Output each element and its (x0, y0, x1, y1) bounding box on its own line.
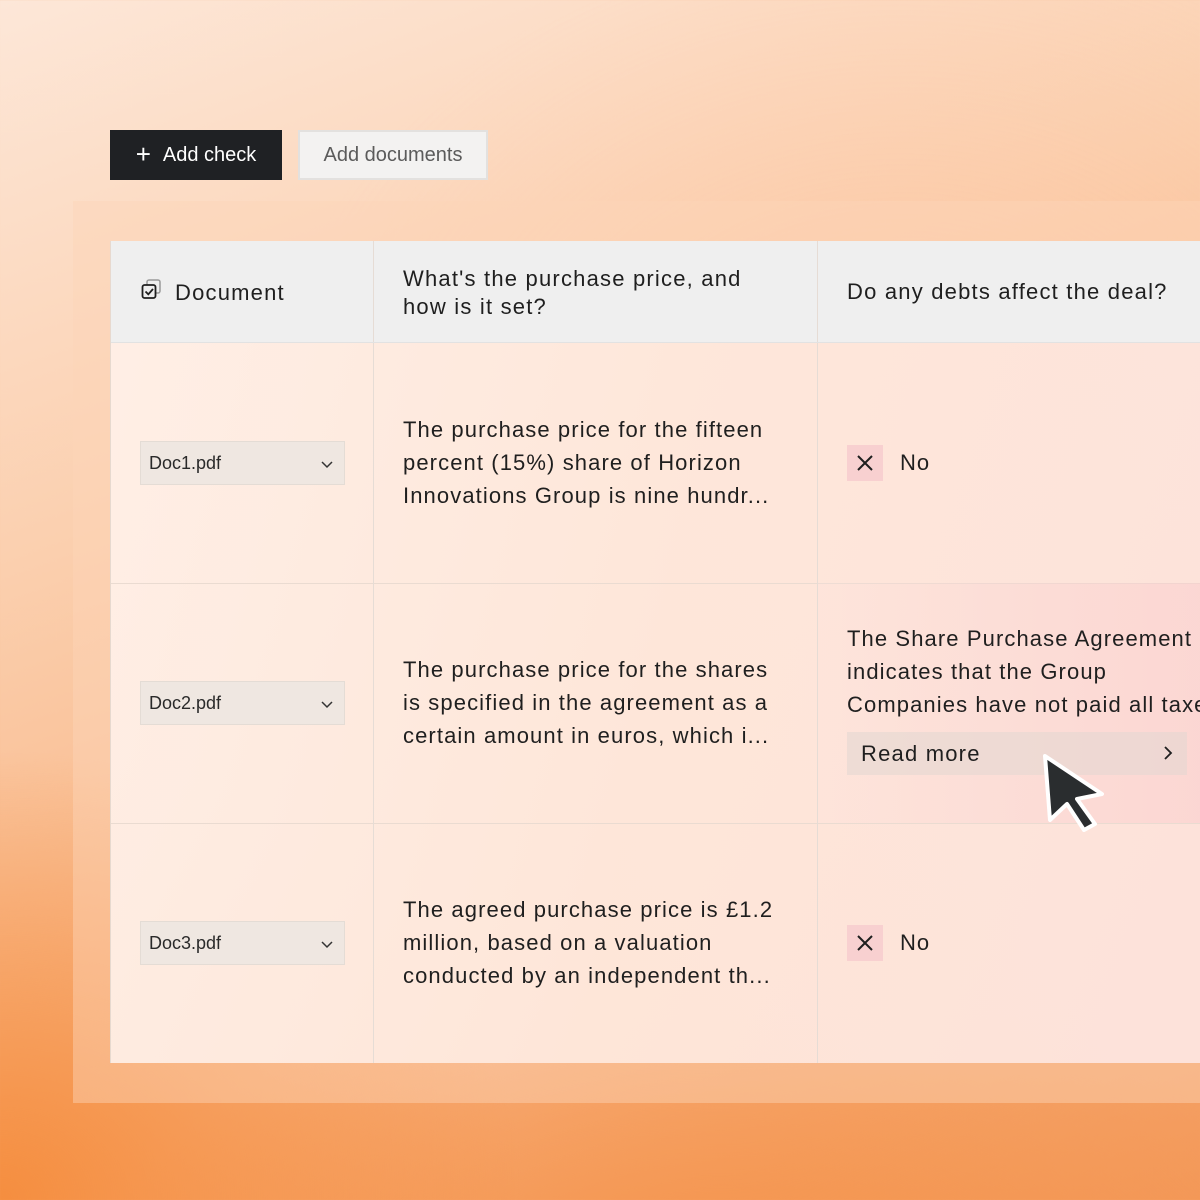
document-cell: Doc3.pdf (111, 823, 374, 1063)
read-more-button[interactable]: Read more (847, 732, 1187, 775)
answer-line: The purchase price for the shares (403, 657, 769, 682)
header-document-label: Document (175, 279, 285, 305)
document-cell: Doc1.pdf (111, 343, 374, 583)
document-select[interactable]: Doc2.pdf (140, 681, 345, 725)
close-icon (847, 445, 883, 481)
header-question-1-line: how is it set? (403, 294, 547, 319)
close-icon (847, 925, 883, 961)
answer-2-cell: No (818, 823, 1200, 1063)
answer-line: The purchase price for the fifteen (403, 417, 764, 442)
add-documents-button[interactable]: Add documents (298, 130, 488, 180)
answer-1-text: The purchase price for the fifteen perce… (403, 413, 798, 512)
answer-1-cell: The purchase price for the shares is spe… (374, 583, 818, 823)
status-badge: No (847, 925, 930, 961)
checkbox-stack-icon[interactable] (141, 278, 163, 307)
chevron-right-icon (1163, 741, 1173, 767)
header-question-1: What's the purchase price, and how is it… (403, 265, 803, 321)
toolbar: + Add check Add documents (110, 130, 488, 180)
answer-1-cell: The agreed purchase price is £1.2 millio… (374, 823, 818, 1063)
header-question-1-cell: What's the purchase price, and how is it… (374, 241, 818, 342)
answer-2-cell: No (818, 343, 1200, 583)
answer-line: million, based on a valuation (403, 930, 713, 955)
answer-1-text: The agreed purchase price is £1.2 millio… (403, 893, 798, 992)
answer-line: conducted by an independent th... (403, 963, 771, 988)
document-select-value: Doc2.pdf (149, 692, 222, 713)
answer-line: certain amount in euros, which i... (403, 723, 770, 748)
status-label: No (900, 450, 931, 475)
document-select-value: Doc3.pdf (149, 932, 222, 953)
header-question-2: Do any debts affect the deal? (847, 279, 1168, 304)
chevron-down-icon (320, 693, 334, 714)
answer-2-text: The Share Purchase Agreement indicates t… (847, 622, 1200, 721)
document-select-value: Doc1.pdf (149, 452, 222, 473)
answer-1-text: The purchase price for the shares is spe… (403, 653, 798, 752)
table-header-row: Document What's the purchase price, and … (111, 241, 1200, 343)
chevron-down-icon (320, 933, 334, 954)
document-select[interactable]: Doc3.pdf (140, 921, 345, 965)
status-badge: No (847, 445, 930, 481)
table-row: Doc2.pdf The purchase price for the shar… (111, 583, 1200, 824)
document-cell: Doc2.pdf (111, 583, 374, 823)
answer-line: is specified in the agreement as a (403, 690, 769, 715)
add-check-label: Add check (162, 143, 257, 166)
answer-line: percent (15%) share of Horizon (403, 450, 742, 475)
add-documents-label: Add documents (323, 143, 463, 166)
header-question-1-line: What's the purchase price, and (403, 266, 742, 291)
add-check-button[interactable]: + Add check (110, 130, 282, 180)
answer-2-cell: The Share Purchase Agreement indicates t… (818, 583, 1200, 823)
header-document-cell: Document (111, 241, 374, 342)
table-row: Doc3.pdf The agreed purchase price is £1… (111, 823, 1200, 1063)
review-table: Document What's the purchase price, and … (110, 241, 1200, 1063)
document-select[interactable]: Doc1.pdf (140, 441, 345, 485)
answer-line: Innovations Group is nine hundr... (403, 483, 770, 508)
plus-icon: + (135, 139, 151, 169)
answer-line: indicates that the Group (847, 659, 1107, 684)
chevron-down-icon (320, 453, 334, 474)
status-label: No (900, 930, 931, 955)
mouse-cursor-icon (1043, 754, 1104, 832)
answer-line: Companies have not paid all taxes (847, 692, 1200, 717)
answer-1-cell: The purchase price for the fifteen perce… (374, 343, 818, 583)
read-more-label: Read more (861, 740, 981, 766)
table-row: Doc1.pdf The purchase price for the fift… (111, 343, 1200, 584)
header-question-2-cell: Do any debts affect the deal? (818, 241, 1200, 342)
answer-line: The Share Purchase Agreement (847, 626, 1193, 651)
answer-line: The agreed purchase price is £1.2 (403, 897, 774, 922)
